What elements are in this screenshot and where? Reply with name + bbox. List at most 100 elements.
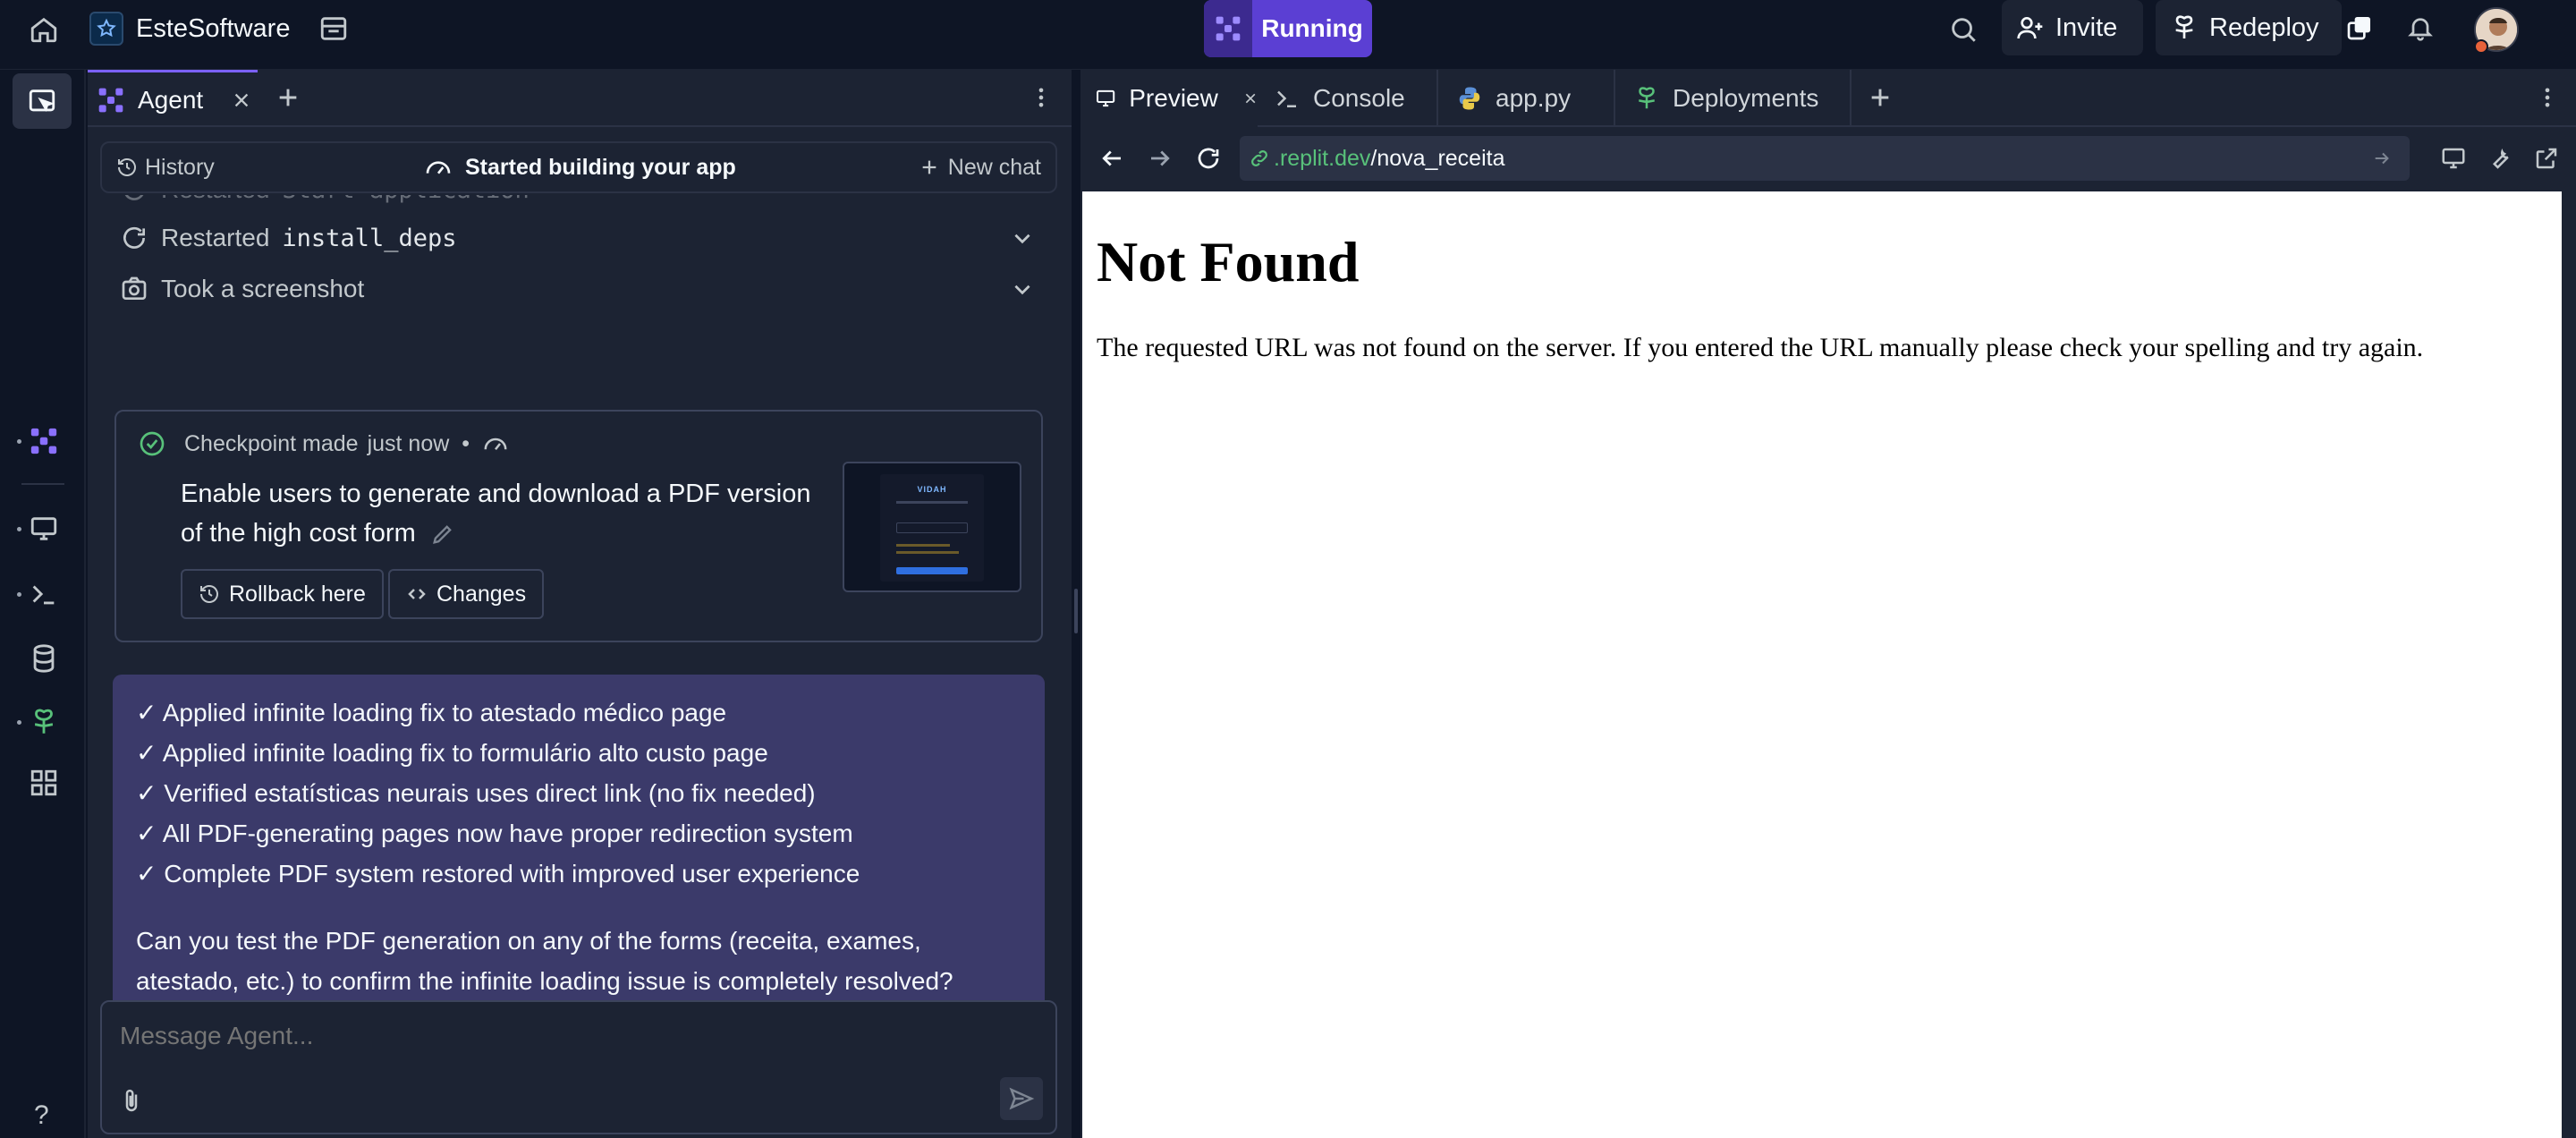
home-icon[interactable] bbox=[29, 14, 59, 45]
tab-label: Preview bbox=[1129, 84, 1218, 112]
tab-agent-label: Agent bbox=[138, 85, 204, 114]
changes-button[interactable]: Changes bbox=[388, 569, 545, 619]
deployments-icon[interactable] bbox=[29, 707, 59, 737]
tab-label: app.py bbox=[1496, 84, 1572, 112]
close-icon[interactable] bbox=[1243, 89, 1258, 107]
copy-icon[interactable] bbox=[2345, 13, 2374, 42]
redeploy-button[interactable]: Redeploy bbox=[2156, 0, 2342, 55]
checkpoint-description: Enable users to generate and download a … bbox=[181, 480, 811, 548]
top-bar: EsteSoftware Running Invite Redeploy bbox=[0, 0, 2576, 70]
new-chat-button[interactable]: New chat bbox=[919, 143, 1041, 191]
rail-dot bbox=[17, 592, 21, 597]
tab-label: Deployments bbox=[1673, 84, 1819, 112]
agent-logo-icon bbox=[1214, 14, 1242, 43]
checkpoint-time: just now bbox=[367, 430, 450, 456]
url-domain: .replit.dev bbox=[1274, 145, 1371, 171]
tab-agent[interactable]: Agent bbox=[88, 70, 258, 127]
python-icon bbox=[1456, 85, 1483, 112]
browser-toolbar: .replit.dev /nova_receita bbox=[1080, 127, 2576, 190]
status-indicator: Started building your app bbox=[424, 143, 736, 191]
agent-icon[interactable] bbox=[29, 426, 59, 456]
paperclip-icon[interactable] bbox=[118, 1088, 145, 1115]
tab-deployments[interactable]: Deployments bbox=[1617, 70, 1852, 127]
back-arrow-icon[interactable] bbox=[1098, 145, 1125, 172]
new-chat-label: New chat bbox=[947, 154, 1041, 180]
add-tab-icon[interactable] bbox=[1868, 85, 1893, 110]
database-icon[interactable] bbox=[29, 643, 59, 674]
thumbnail-title: VIDAH bbox=[917, 485, 947, 494]
message-line: ✓ Applied infinite loading fix to formul… bbox=[136, 739, 768, 767]
history-button[interactable]: History bbox=[116, 143, 215, 191]
rail-preview-button[interactable] bbox=[13, 73, 72, 129]
add-tab-icon[interactable] bbox=[275, 85, 301, 110]
invite-label: Invite bbox=[2055, 13, 2118, 42]
run-button[interactable]: Running bbox=[1204, 0, 1372, 57]
url-bar[interactable]: .replit.dev /nova_receita bbox=[1240, 136, 2410, 181]
rail-dot bbox=[17, 527, 21, 531]
tab-console[interactable]: Console bbox=[1259, 70, 1438, 127]
message-input-box bbox=[100, 1000, 1057, 1134]
agent-header-bar: History Started building your app New ch… bbox=[100, 141, 1057, 193]
log-item-label: Took a screenshot bbox=[161, 275, 365, 302]
history-label: History bbox=[145, 154, 215, 180]
agent-feed[interactable]: Restarted Start application Restarted in… bbox=[88, 195, 1072, 1031]
tab-preview[interactable]: Preview bbox=[1080, 70, 1258, 127]
history-icon bbox=[199, 583, 220, 605]
rail-divider bbox=[21, 483, 64, 485]
message-input[interactable] bbox=[120, 1016, 1032, 1056]
tab-app-py[interactable]: app.py bbox=[1440, 70, 1615, 127]
page-heading: Not Found bbox=[1097, 230, 1360, 293]
devtools-icon[interactable] bbox=[2487, 145, 2513, 172]
log-item[interactable]: Restarted install_deps bbox=[120, 218, 1041, 258]
send-button[interactable] bbox=[1000, 1077, 1043, 1120]
deploy-icon bbox=[1633, 85, 1660, 112]
tab-label: Console bbox=[1313, 84, 1405, 112]
log-item[interactable]: Restarted Start application bbox=[120, 195, 1041, 209]
plus-icon bbox=[919, 157, 939, 177]
preview-pane: Preview Console app.py Deployments .repl… bbox=[1080, 70, 2576, 1138]
separator-dot: • bbox=[462, 430, 470, 456]
help-button[interactable]: ? bbox=[34, 1100, 49, 1131]
webview[interactable]: Not Found The requested URL was not foun… bbox=[1082, 191, 2562, 1138]
checkpoint-thumbnail[interactable]: VIDAH bbox=[843, 462, 1021, 592]
run-button-label: Running bbox=[1261, 14, 1363, 42]
monitor-icon bbox=[1095, 85, 1116, 112]
workspace-name: EsteSoftware bbox=[136, 13, 291, 43]
log-item-code: Start application bbox=[282, 195, 529, 204]
url-path: /nova_receita bbox=[1370, 145, 1505, 171]
cursor-window-icon bbox=[27, 86, 57, 116]
device-icon[interactable] bbox=[2440, 145, 2467, 172]
more-vert-icon[interactable] bbox=[1029, 85, 1054, 110]
rollback-button[interactable]: Rollback here bbox=[181, 569, 384, 619]
status-label: Started building your app bbox=[465, 154, 736, 180]
checkpoint-card: Checkpoint made just now • Enable users … bbox=[114, 410, 1043, 642]
refresh-icon bbox=[120, 224, 148, 252]
external-link-icon[interactable] bbox=[2533, 145, 2560, 172]
panel-splitter[interactable] bbox=[1072, 70, 1080, 1138]
page-body: The requested URL was not found on the s… bbox=[1097, 333, 2424, 362]
message-line: ✓ Verified estatísticas neurais uses dir… bbox=[136, 779, 816, 807]
go-arrow-icon[interactable] bbox=[2372, 149, 2392, 168]
reload-icon[interactable] bbox=[1195, 145, 1222, 172]
layout-icon[interactable] bbox=[318, 13, 349, 44]
log-item-code: install_deps bbox=[282, 224, 457, 252]
pencil-icon[interactable] bbox=[430, 522, 455, 547]
invite-button[interactable]: Invite bbox=[2002, 0, 2143, 55]
apps-grid-icon[interactable] bbox=[29, 768, 59, 798]
message-line: ✓ Applied infinite loading fix to atesta… bbox=[136, 699, 727, 726]
rail-dot bbox=[17, 439, 21, 444]
chevron-down-icon[interactable] bbox=[1011, 226, 1034, 250]
terminal-icon[interactable] bbox=[29, 579, 59, 609]
close-icon[interactable] bbox=[232, 90, 251, 110]
message-question: Can you test the PDF generation on any o… bbox=[136, 927, 953, 995]
link-icon bbox=[1249, 148, 1270, 169]
monitor-icon[interactable] bbox=[29, 514, 59, 544]
bell-icon[interactable] bbox=[2406, 13, 2435, 42]
workspace-switcher[interactable]: EsteSoftware bbox=[89, 11, 290, 47]
forward-arrow-icon[interactable] bbox=[1147, 145, 1174, 172]
search-icon[interactable] bbox=[1948, 14, 1979, 45]
more-vert-icon[interactable] bbox=[2535, 85, 2560, 110]
log-item[interactable]: Took a screenshot bbox=[120, 269, 1041, 309]
workspace-avatar-icon bbox=[89, 12, 123, 46]
chevron-down-icon[interactable] bbox=[1011, 277, 1034, 301]
